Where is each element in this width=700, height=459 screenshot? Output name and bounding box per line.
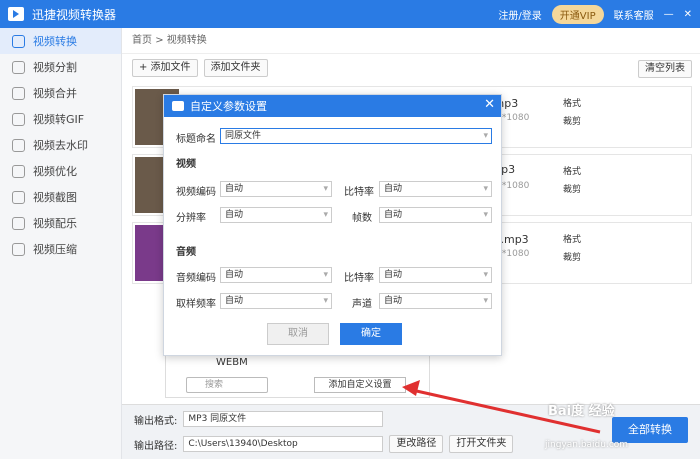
baidu-watermark-url: jingyan.baidu.com bbox=[545, 440, 629, 450]
baidu-watermark: Bai度 经验 bbox=[548, 404, 615, 419]
annotation-arrow bbox=[402, 380, 601, 434]
